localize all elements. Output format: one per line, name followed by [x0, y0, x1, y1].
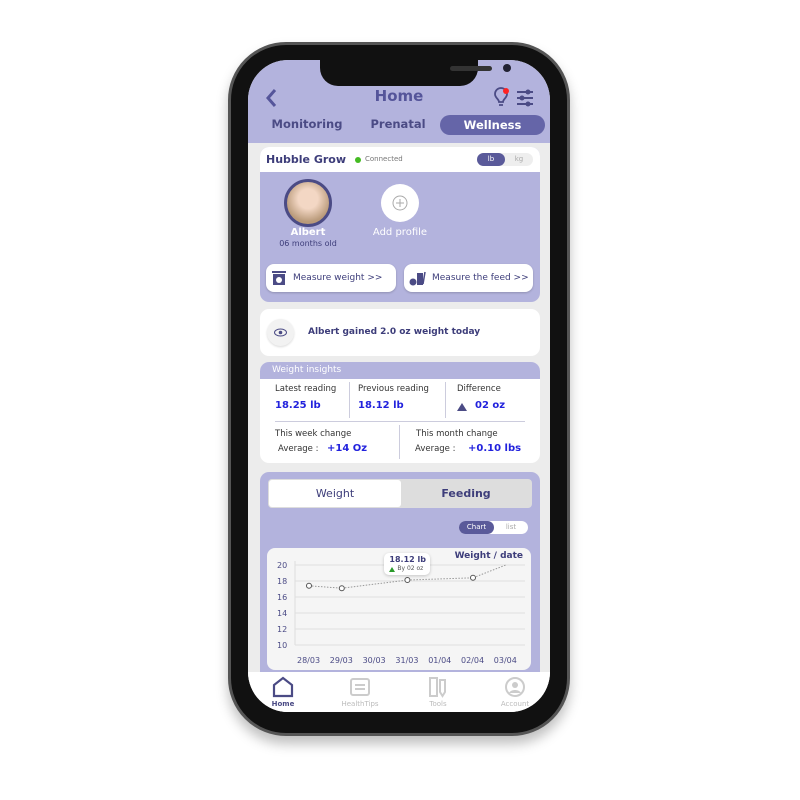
data-point: [338, 585, 345, 592]
nav-label: Tools: [429, 700, 447, 708]
notice-text: Albert gained 2.0 oz weight today: [308, 327, 481, 337]
status-dot: [355, 157, 361, 163]
account-icon: [505, 677, 525, 697]
month-avg-label: Average :: [415, 444, 456, 454]
x-tick-label: 28/03: [297, 656, 320, 665]
camera: [503, 64, 511, 72]
divider: [349, 382, 350, 418]
unit-kg[interactable]: kg: [505, 153, 533, 166]
previous-value: 18.12 lb: [358, 400, 404, 411]
tooltip-change: By 02 oz: [397, 565, 424, 572]
month-label: This month change: [416, 429, 498, 439]
week-avg-value: +14 Oz: [327, 443, 368, 454]
data-point: [470, 574, 476, 581]
nav-label: Account: [500, 700, 530, 708]
measure-weight-button[interactable]: Measure weight >>: [266, 264, 396, 292]
divider: [275, 421, 525, 422]
y-tick-label: 20: [277, 561, 287, 570]
latest-value: 18.25 lb: [275, 400, 321, 411]
avatar[interactable]: [284, 179, 332, 227]
tab-monitoring[interactable]: Monitoring: [257, 117, 357, 131]
scale-icon: [272, 271, 286, 285]
x-tick-label: 03/04: [494, 656, 517, 665]
difference-label: Difference: [457, 384, 501, 394]
measure-feed-label: Measure the feed >>: [432, 273, 529, 283]
profile-age: 06 months old: [279, 239, 337, 248]
notch: [320, 60, 511, 86]
y-tick-label: 12: [277, 625, 287, 634]
view-chart[interactable]: Chart: [459, 521, 494, 534]
data-point: [404, 577, 411, 584]
nav-home[interactable]: Home: [253, 676, 313, 708]
news-icon: [350, 678, 370, 696]
view-list[interactable]: list: [494, 521, 528, 534]
data-point: [306, 582, 312, 589]
x-tick-label: 01/04: [428, 656, 451, 665]
difference-value: 02 oz: [475, 400, 506, 411]
measure-feed-button[interactable]: Measure the feed >>: [404, 264, 533, 292]
previous-label: Previous reading: [358, 384, 429, 394]
profile-name: Albert: [290, 227, 326, 238]
tools-icon: [429, 677, 446, 698]
tab-feeding[interactable]: Feeding: [401, 480, 531, 507]
latest-label: Latest reading: [275, 384, 337, 394]
nav-healthtips[interactable]: HealthTips: [330, 676, 390, 708]
chart-tooltip: 18.12 lb By 02 oz: [384, 553, 431, 575]
triangle-up-icon: [389, 567, 396, 572]
week-label: This week change: [275, 429, 352, 439]
notice-card: Albert gained 2.0 oz weight today: [260, 309, 540, 356]
plus-icon: [392, 195, 408, 211]
tab-prenatal[interactable]: Prenatal: [348, 117, 448, 131]
speaker: [450, 66, 492, 71]
divider: [399, 425, 400, 459]
unit-toggle[interactable]: lb kg: [477, 153, 533, 166]
add-profile-label: Add profile: [372, 227, 428, 238]
x-tick-label: 31/03: [395, 656, 418, 665]
x-tick-label: 30/03: [363, 656, 386, 665]
device-card: Hubble Grow Connected lb kg Albert 06 mo…: [260, 147, 540, 302]
lightbulb-icon[interactable]: [490, 87, 512, 109]
chart-section: Weight Feeding Chart list Weight / date …: [260, 472, 540, 682]
device-name: Hubble Grow: [266, 153, 347, 166]
triangle-up-icon: [457, 403, 467, 411]
eye-icon: [267, 319, 294, 346]
weight-insights-card: Weight insights Latest reading 18.25 lb …: [260, 362, 540, 463]
home-icon: [272, 676, 294, 698]
insights-title: Weight insights: [260, 362, 540, 379]
chart-card: Weight / date 20 18 16 14 12 10 28/03 29/03 30/0…: [267, 548, 531, 670]
bottom-nav: Home HealthTips Tools Account: [248, 672, 550, 712]
nav-label: HealthTips: [341, 700, 379, 708]
add-profile-button[interactable]: [381, 184, 419, 222]
y-tick-label: 16: [277, 593, 287, 602]
tab-wellness[interactable]: Wellness: [440, 115, 545, 135]
screen: Home Monitoring Prenatal Wellness Hubble…: [248, 60, 550, 712]
y-tick-label: 14: [277, 609, 287, 618]
tooltip-value: 18.12 lb: [389, 555, 426, 564]
unit-lb[interactable]: lb: [477, 153, 505, 166]
divider: [445, 382, 446, 418]
y-tick-label: 10: [277, 641, 287, 650]
nav-label: Home: [271, 700, 295, 708]
view-toggle[interactable]: Chart list: [459, 521, 528, 534]
x-tick-label: 02/04: [461, 656, 484, 665]
bottle-icon: [409, 271, 426, 286]
x-tick-label: 29/03: [330, 656, 353, 665]
measure-weight-label: Measure weight >>: [293, 273, 383, 283]
nav-tools[interactable]: Tools: [408, 676, 468, 708]
nav-account[interactable]: Account: [485, 676, 545, 708]
status-text: Connected: [365, 155, 403, 163]
week-avg-label: Average :: [278, 444, 319, 454]
month-avg-value: +0.10 lbs: [468, 443, 522, 454]
y-tick-label: 18: [277, 577, 287, 586]
tab-weight[interactable]: Weight: [269, 480, 401, 507]
sliders-icon[interactable]: [516, 89, 534, 107]
